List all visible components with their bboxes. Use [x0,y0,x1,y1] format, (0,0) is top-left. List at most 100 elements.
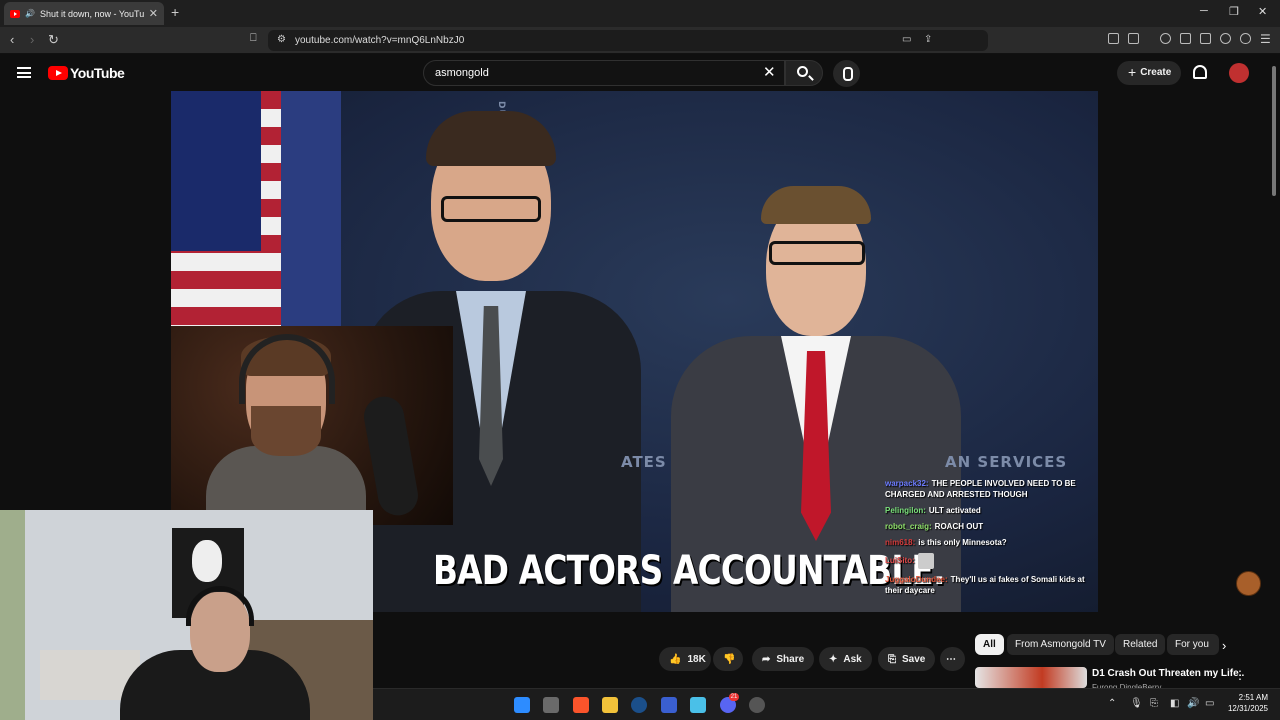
steam-icon[interactable] [631,697,647,713]
address-bar[interactable]: youtube.com/watch?v=mnQ6LnNbzJ0 [268,30,988,51]
minimize-button[interactable]: ─ [1200,5,1208,17]
chip-from-asmongold[interactable]: From Asmongold TV [1007,634,1114,655]
chips-next-icon[interactable]: › [1222,638,1226,653]
forward-icon[interactable]: › [30,32,34,47]
extensions-icon[interactable] [1108,33,1119,44]
search-icon [797,66,808,77]
volume-icon[interactable]: 🔊 [1187,698,1199,709]
menu-icon[interactable]: ☰ [1260,32,1271,46]
chat-username: robot_craig: [885,522,932,531]
chat-username: nim618: [885,538,916,547]
url-text: youtube.com/watch?v=mnQ6LnNbzJ0 [295,35,465,46]
more-actions-button[interactable]: ⋯ [940,647,965,671]
screenshot-icon[interactable] [1128,33,1139,44]
chat-username: LuiSito: [885,556,915,566]
video-caption: BAD ACTORS ACCOUNTABLE. [433,548,945,594]
like-button[interactable]: 👍 18K [659,647,711,671]
flag-canton [171,91,261,251]
share-page-icon[interactable]: ⇪ [924,34,932,45]
microphone-tray-icon[interactable]: 🎙 [1130,698,1143,709]
thumbs-down-icon: 👎 [723,653,736,665]
system-clock[interactable]: 2:51 AM 12/31/2025 [1222,692,1268,714]
wallet-icon[interactable] [1200,33,1211,44]
voice-search-icon[interactable] [833,60,860,87]
new-tab-button[interactable]: + [171,4,179,20]
close-window-button[interactable]: ✕ [1258,5,1267,18]
chip-all[interactable]: All [975,634,1004,655]
chat-username: JuggaloDundee: [885,575,948,584]
share-label: Share [776,653,805,665]
ask-button[interactable]: ✦ Ask [819,647,872,671]
plus-icon: + [1128,64,1137,80]
chat-text: is this only Minnesota? [918,538,1007,547]
vpn-icon[interactable] [1240,33,1251,44]
streamer-webcam [171,326,453,525]
start-icon[interactable] [514,697,530,713]
device-tray-icon[interactable]: ⎘ [1150,698,1158,709]
chat-message: JuggaloDundee: They'll us ai fakes of Som… [885,574,1098,596]
recommendation-more-icon[interactable]: ⋮ [1234,668,1246,682]
tab-close-icon[interactable]: ✕ [149,7,158,20]
backdrop-text-right: AN SERVICES [945,453,1068,471]
chat-username: warpack32: [885,479,929,488]
site-info-icon[interactable]: ⚙ [277,34,286,45]
share-icon: ➦ [762,653,771,665]
search-button[interactable] [785,60,823,86]
dislike-button[interactable]: 👎 [713,647,743,671]
reload-icon[interactable]: ↻ [48,32,59,48]
media-icon[interactable] [1160,33,1171,44]
recommendation-title[interactable]: D1 Crash Out Threaten my Life.. [1092,668,1244,679]
show-hidden-icons-icon[interactable]: ⌃ [1108,698,1116,709]
browser-toolbar: ‹ › ↻ ⎕ youtube.com/watch?v=mnQ6LnNbzJ0 … [0,27,1280,74]
chat-message: warpack32: THE PEOPLE INVOLVED NEED TO BE… [885,478,1098,500]
chat-message: LuiSito: [885,553,1098,569]
battery-icon[interactable]: ▭ [1205,698,1214,709]
chip-for-you[interactable]: For you [1167,634,1219,655]
network-icon[interactable]: ◧ [1170,698,1179,709]
recommendation-thumbnail[interactable] [975,667,1087,688]
bookmark-icon[interactable]: ⎕ [250,32,257,45]
guide-menu-icon[interactable] [17,67,31,78]
search-input[interactable]: asmongold [423,60,785,86]
leo-ai-icon[interactable] [1220,33,1231,44]
clear-search-icon[interactable]: ✕ [763,63,776,81]
discord-badge: 21 [729,693,739,701]
settings-icon[interactable] [749,697,765,713]
chat-message: robot_craig: ROACH OUT [885,521,1098,532]
channel-avatar[interactable] [1236,571,1261,596]
youtube-favicon-icon [10,9,20,18]
account-avatar[interactable] [1229,63,1249,83]
task-view-icon[interactable] [543,697,559,713]
share-button[interactable]: ➦ Share [752,647,815,671]
youtube-header: YouTube asmongold ✕ + Create [0,55,1280,91]
youtube-logo-text[interactable]: YouTube [70,65,125,81]
notepad-icon[interactable] [690,697,706,713]
browser-tab[interactable]: 🔊 Shut it down, now - YouTube ✕ [4,2,164,25]
file-explorer-icon[interactable] [602,697,618,713]
page-scrollbar[interactable] [1272,66,1276,196]
notifications-bell-icon[interactable] [1193,65,1207,79]
create-button[interactable]: + Create [1117,61,1181,85]
chat-message: Pelingilon: ULT activated [885,505,1098,516]
sparkle-icon: ✦ [829,653,838,665]
windows-taskbar: 21 [373,688,1280,720]
save-button[interactable]: ⎘ Save [878,647,936,671]
chat-emote-icon [917,553,934,569]
maximize-button[interactable]: ❐ [1229,5,1239,18]
obs-icon[interactable] [661,697,677,713]
audio-icon[interactable]: 🔊 [25,9,35,18]
sidebar-icon[interactable] [1180,33,1191,44]
chat-username: Pelingilon: [885,506,926,515]
like-count: 18K [687,653,706,665]
tab-title: Shut it down, now - YouTube [39,8,144,19]
backdrop-text-left: ATES [621,453,667,471]
clock-time: 2:51 AM [1238,693,1268,702]
back-icon[interactable]: ‹ [10,32,14,47]
browser-tab-strip: 🔊 Shut it down, now - YouTube ✕ + ─ ❐ ✕ [0,0,1280,27]
chat-text: ULT activated [928,506,981,515]
brave-browser-icon[interactable] [573,697,589,713]
cast-icon[interactable]: ▭ [902,34,911,45]
youtube-logo-icon[interactable] [48,66,68,80]
clock-date: 12/31/2025 [1227,704,1268,713]
chip-related[interactable]: Related [1115,634,1166,655]
